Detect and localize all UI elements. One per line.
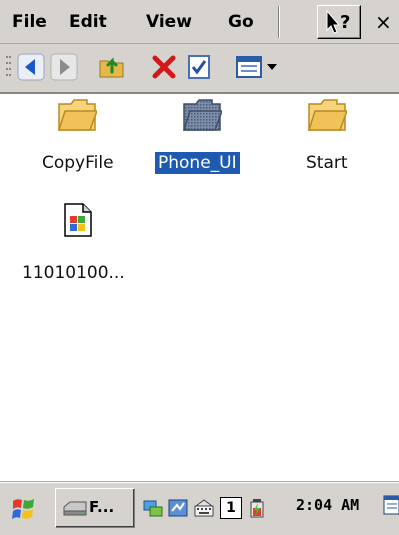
taskbar: F... 1 2:04 AM — [0, 481, 399, 535]
menu-go[interactable]: Go — [228, 9, 254, 35]
windows-start-icon[interactable] — [10, 495, 38, 523]
toolbar — [0, 44, 399, 94]
file-label: Start — [306, 153, 348, 173]
input-mode-indicator[interactable]: 1 — [220, 497, 242, 519]
desktop-icon[interactable] — [382, 492, 399, 518]
system-tray: 1 — [140, 488, 399, 528]
close-button[interactable]: × — [375, 8, 399, 36]
menu-separator — [278, 6, 280, 38]
menu-edit[interactable]: Edit — [69, 9, 107, 35]
help-button[interactable]: ? — [317, 5, 361, 39]
file-item-document[interactable]: 11010100... — [22, 196, 142, 286]
forward-arrow-icon[interactable] — [50, 53, 78, 81]
folder-icon — [182, 99, 222, 131]
file-label-selected: Phone_UI — [155, 152, 240, 174]
properties-icon[interactable] — [185, 53, 213, 81]
file-item-phone-ui[interactable]: Phone_UI — [150, 96, 260, 176]
drive-icon — [63, 501, 87, 516]
taskbar-app-label: F... — [89, 498, 115, 516]
file-list: CopyFile Phone_UI Start 11010100... — [0, 96, 399, 460]
keyboard-icon[interactable] — [193, 497, 215, 519]
taskbar-app-button[interactable]: F... — [55, 488, 135, 528]
file-label: CopyFile — [42, 153, 114, 173]
menu-view[interactable]: View — [146, 9, 192, 35]
menu-bar: File Edit View Go ? × — [0, 0, 399, 44]
up-folder-icon[interactable] — [98, 53, 126, 81]
delete-icon[interactable] — [150, 53, 178, 81]
back-arrow-icon[interactable] — [17, 53, 45, 81]
file-label: 11010100... — [22, 263, 125, 283]
folder-icon — [57, 99, 97, 131]
view-options-button[interactable] — [235, 53, 285, 81]
file-item-copyfile[interactable]: CopyFile — [30, 96, 130, 176]
folder-icon — [307, 99, 347, 131]
network-icon[interactable] — [142, 497, 164, 519]
connection-icon[interactable] — [167, 497, 189, 519]
file-icon — [64, 203, 92, 237]
view-options-icon — [236, 56, 277, 78]
file-item-start[interactable]: Start — [280, 96, 380, 176]
clock[interactable]: 2:04 AM — [296, 496, 359, 514]
battery-icon[interactable] — [246, 497, 268, 519]
svg-text:?: ? — [340, 12, 350, 33]
toolbar-grip-icon[interactable] — [6, 54, 12, 82]
help-pointer-icon: ? — [326, 9, 350, 34]
menu-file[interactable]: File — [12, 9, 47, 35]
